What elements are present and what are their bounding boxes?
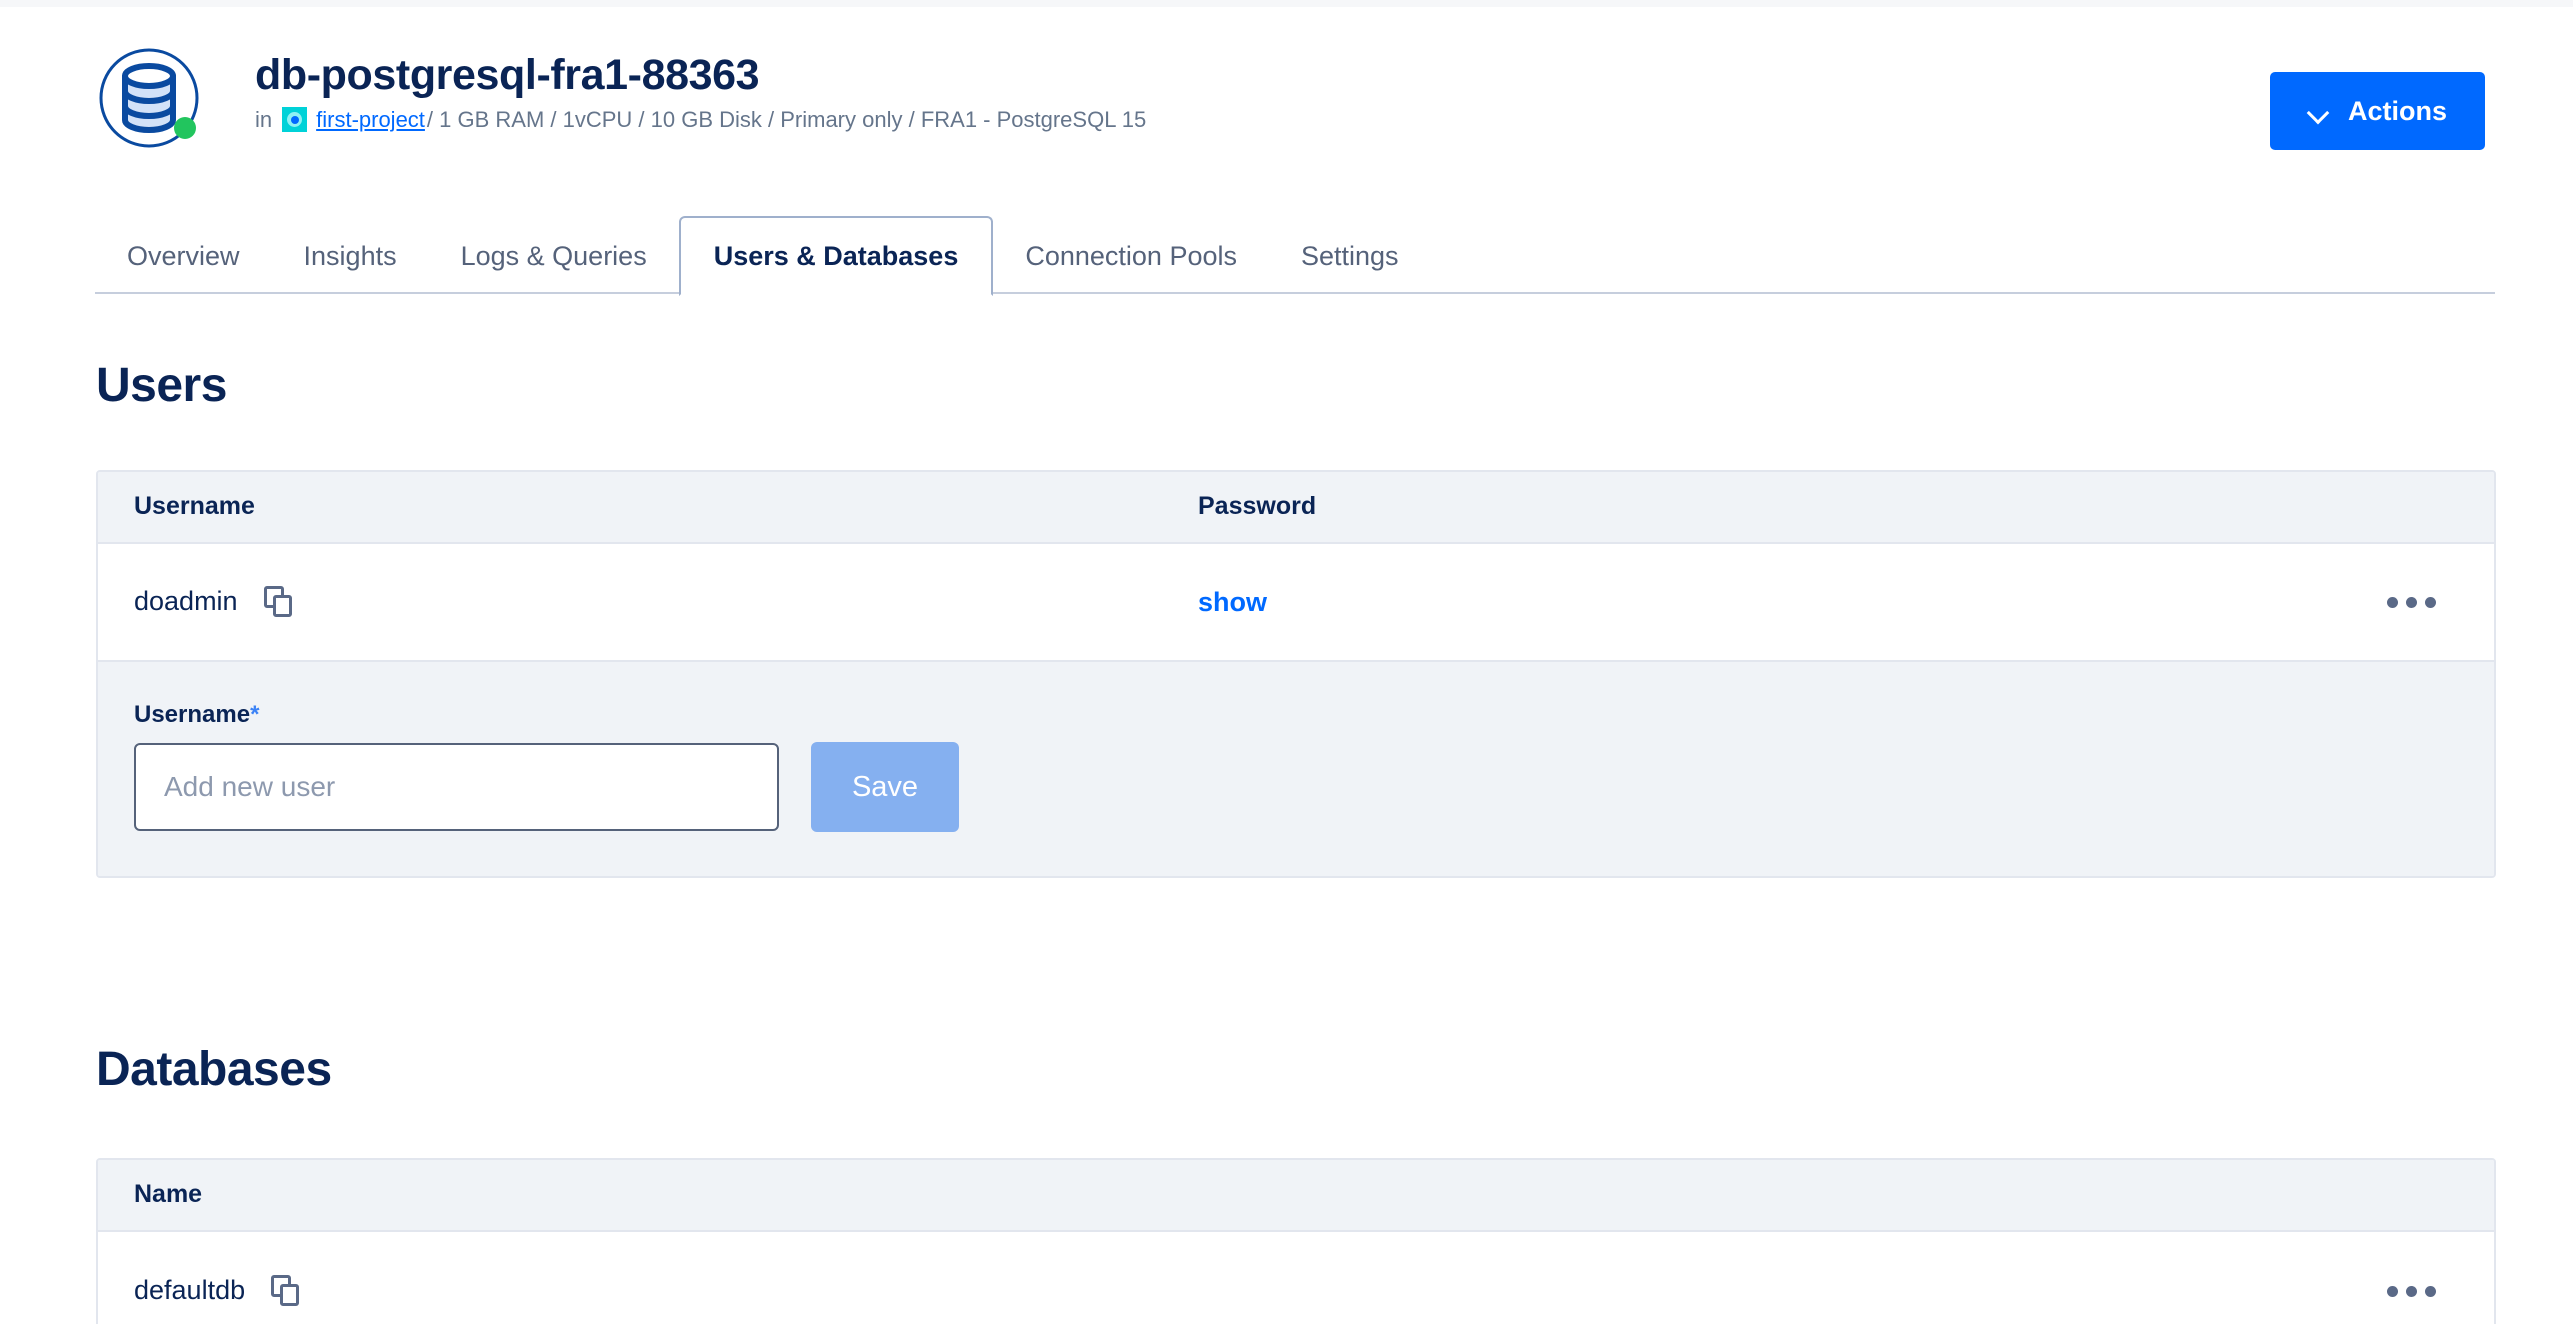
add-user-panel: Username* Save — [98, 662, 2494, 877]
users-table: Username Password doadmin show Username* — [96, 470, 2496, 879]
page-header: db-postgresql-fra1-88363 in first-projec… — [95, 24, 2485, 150]
resource-spec-text: / 1 GB RAM / 1vCPU / 10 GB Disk / Primar… — [426, 106, 1147, 132]
column-header-username: Username — [134, 492, 255, 521]
users-table-header: Username Password — [98, 472, 2494, 544]
database-name-value: defaultdb — [134, 1275, 246, 1306]
copy-icon[interactable] — [263, 586, 294, 618]
row-actions-cell — [1898, 589, 2494, 616]
databases-section-title: Databases — [96, 1043, 332, 1096]
copy-icon[interactable] — [271, 1275, 301, 1307]
table-row: defaultdb — [98, 1232, 2494, 1324]
page-root: db-postgresql-fra1-88363 in first-projec… — [0, 0, 2573, 1324]
add-user-label-text: Username — [134, 701, 251, 728]
users-section-title: Users — [96, 359, 227, 412]
tab-users-and-databases[interactable]: Users & Databases — [678, 216, 994, 296]
actions-button-label: Actions — [2347, 95, 2447, 126]
column-header-name: Name — [134, 1180, 203, 1209]
databases-table: Name defaultdb — [96, 1158, 2496, 1324]
user-name-cell: doadmin — [98, 586, 1198, 618]
save-button[interactable]: Save — [811, 742, 959, 833]
more-options-icon[interactable] — [2379, 589, 2444, 616]
add-user-input[interactable] — [134, 743, 779, 832]
tab-logs-and-queries[interactable]: Logs & Queries — [429, 218, 679, 294]
column-header-password: Password — [1198, 492, 1317, 521]
user-name-value: doadmin — [134, 586, 238, 617]
tab-list: Overview Insights Logs & Queries Users &… — [95, 216, 1431, 296]
title-block: db-postgresql-fra1-88363 in first-projec… — [255, 51, 1147, 133]
actions-button[interactable]: Actions — [2270, 72, 2485, 150]
row-actions-cell — [1198, 1278, 2494, 1305]
table-row: doadmin show — [98, 544, 2494, 662]
database-icon — [95, 44, 203, 152]
resource-meta: in first-project / 1 GB RAM / 1vCPU / 10… — [255, 106, 1147, 133]
required-marker: * — [250, 701, 260, 728]
tab-bar: Overview Insights Logs & Queries Users &… — [95, 208, 2495, 296]
chevron-down-icon — [2308, 105, 2330, 118]
project-icon — [282, 107, 308, 133]
top-strip — [0, 0, 2573, 7]
user-password-cell: show — [1198, 587, 1898, 618]
more-options-icon[interactable] — [2379, 1278, 2444, 1305]
page-title: db-postgresql-fra1-88363 — [255, 51, 760, 99]
databases-table-header: Name — [98, 1160, 2494, 1232]
subtitle-prefix: in — [255, 106, 273, 132]
show-password-link[interactable]: show — [1198, 587, 1267, 617]
tab-settings[interactable]: Settings — [1269, 218, 1431, 294]
tab-connection-pools[interactable]: Connection Pools — [993, 218, 1269, 294]
tab-insights[interactable]: Insights — [272, 218, 429, 294]
project-link[interactable]: first-project — [316, 107, 425, 132]
tab-overview[interactable]: Overview — [95, 218, 272, 294]
database-name-cell: defaultdb — [98, 1275, 1198, 1307]
add-user-label: Username* — [134, 701, 2458, 728]
add-user-form-row: Save — [134, 742, 2458, 833]
